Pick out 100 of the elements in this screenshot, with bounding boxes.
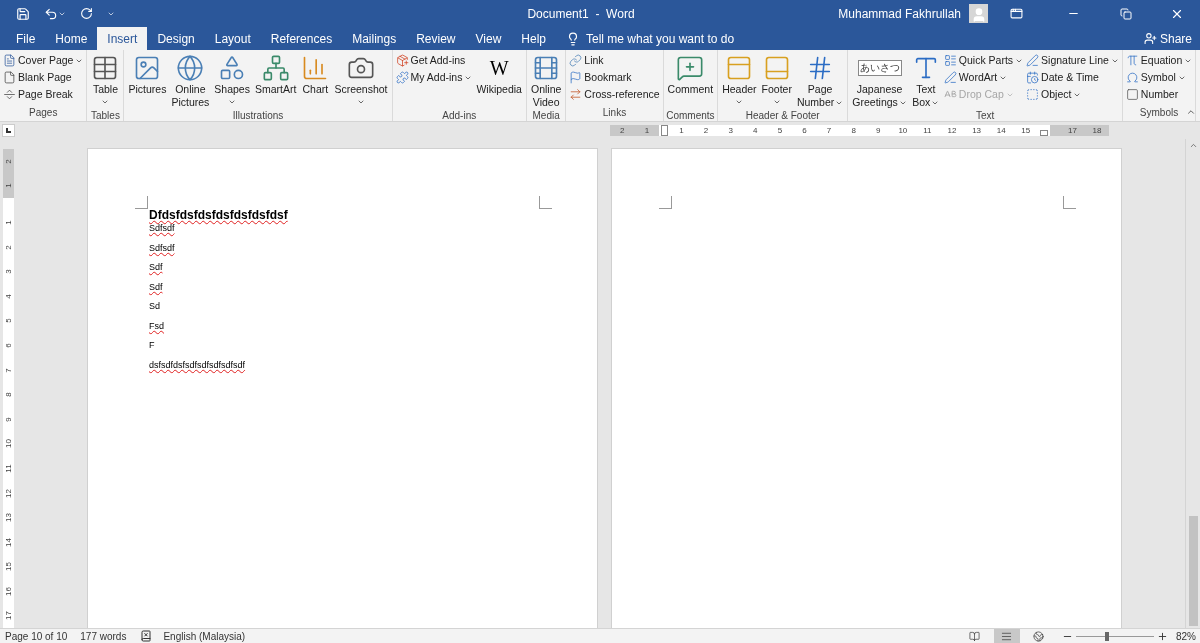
ruler-number: 3	[727, 125, 734, 136]
ruler-number: 1	[4, 220, 13, 225]
ribbon-tab[interactable]: Help	[511, 27, 556, 50]
ribbon-tab[interactable]: Mailings	[342, 27, 407, 50]
ruler-number: 1	[4, 183, 13, 189]
paragraph: Fsd	[149, 319, 164, 333]
ruler-number: 15	[4, 562, 13, 572]
ribbon-button[interactable]: Online Video	[528, 50, 564, 110]
page-icon	[3, 71, 16, 84]
scroll-thumb[interactable]	[1188, 516, 1198, 626]
ribbon-button[interactable]: Chart	[299, 50, 332, 110]
print-layout-icon[interactable]	[994, 628, 1020, 643]
ruler-number: 15	[1020, 125, 1032, 136]
ribbon-button[interactable]: Quick Parts	[942, 52, 1025, 69]
greeting-card-icon: あいさつ	[857, 60, 902, 76]
ribbon-button[interactable]: Footer	[759, 50, 794, 110]
crop-mark-icon	[659, 196, 672, 209]
vertical-scrollbar[interactable]	[1185, 139, 1200, 628]
ribbon-tab[interactable]: Design	[147, 27, 205, 50]
ribbon-button[interactable]: Shapes	[212, 50, 252, 110]
paragraph: Sdf	[149, 280, 163, 294]
ribbon-button[interactable]: Equation	[1124, 52, 1194, 69]
share-button[interactable]: Share	[1143, 27, 1200, 50]
ribbon-button[interactable]: Screenshot	[332, 50, 390, 110]
ribbon-button[interactable]: Cross-reference	[568, 86, 661, 103]
ruler-number: 18	[1091, 125, 1103, 136]
object-icon	[1026, 88, 1040, 101]
language[interactable]: English (Malaysia)	[163, 628, 246, 643]
save-icon[interactable]	[16, 6, 30, 21]
ribbon-button[interactable]: Header	[720, 50, 759, 110]
ribbon-button[interactable]: あいさつ Japanese Greetings	[850, 50, 909, 110]
ribbon-button[interactable]: W Wikipedia	[474, 50, 524, 110]
tell-me-field[interactable]: Tell me what you want to do	[586, 29, 735, 48]
zoom-in-icon[interactable]	[1157, 630, 1168, 642]
scroll-up-icon[interactable]	[1188, 141, 1198, 150]
ribbon-button[interactable]: Object	[1025, 86, 1120, 103]
ribbon-button[interactable]: SmartArt	[252, 50, 299, 110]
ribbon-tab[interactable]: Layout	[204, 27, 261, 50]
restore-icon[interactable]	[1120, 7, 1132, 20]
crop-mark-icon	[135, 196, 148, 209]
puzzle-icon	[395, 71, 409, 84]
lightbulb-icon	[566, 31, 580, 46]
zoom-slider[interactable]	[1076, 631, 1154, 641]
ruler-number: 1	[678, 125, 685, 136]
ruler-number: 12	[4, 488, 13, 498]
collapse-ribbon-icon[interactable]	[1186, 107, 1196, 117]
ribbon-button[interactable]: Bookmark	[568, 69, 661, 86]
indent-marker[interactable]	[659, 125, 670, 136]
ribbon-button[interactable]: Page Number	[794, 50, 846, 110]
paragraph: dsfsdfdsfsdfsdfsdfsdfsdf	[149, 358, 246, 372]
word-count[interactable]: 177 words	[80, 628, 127, 643]
tab-selector[interactable]	[2, 124, 15, 137]
ribbon-tab[interactable]: Review	[406, 27, 466, 50]
ruler-number: 17	[1066, 125, 1078, 136]
paragraph: Sd	[149, 300, 160, 313]
crop-mark-icon	[1063, 196, 1076, 209]
ruler-number: 6	[801, 125, 808, 136]
ribbon-tab[interactable]: View	[465, 27, 512, 50]
ribbon-button[interactable]: Page Break	[2, 86, 85, 103]
ribbon-display-icon[interactable]	[1010, 7, 1023, 20]
zoom-level[interactable]: 82%	[1176, 628, 1196, 643]
ribbon-button[interactable]: My Add-ins	[394, 69, 474, 86]
pi-icon	[1125, 54, 1139, 67]
ruler-number: 2	[4, 159, 13, 164]
ruler-number: 17	[4, 611, 13, 621]
ribbon-button[interactable]: Pictures	[126, 50, 169, 110]
ribbon-button[interactable]: Link	[568, 52, 661, 69]
ribbon-button[interactable]: Symbol	[1124, 69, 1194, 86]
share-icon	[1143, 32, 1157, 45]
ribbon-button[interactable]: Comment	[665, 50, 716, 110]
ribbon-tab[interactable]: References	[260, 27, 343, 50]
ribbon-button[interactable]: Text Box	[909, 50, 942, 110]
ruler-number: 7	[4, 367, 13, 373]
ribbon-button[interactable]: Number	[1124, 86, 1194, 103]
ribbon-tab[interactable]: Home	[45, 27, 98, 50]
ribbon-button[interactable]: Date & Time	[1025, 69, 1120, 86]
ribbon-button[interactable]: Online Pictures	[169, 50, 212, 110]
ribbon-button[interactable]: Signature Line	[1025, 52, 1120, 69]
proofing-icon[interactable]	[140, 630, 153, 642]
redo-icon[interactable]	[80, 7, 93, 20]
ruler-number: 9	[4, 417, 13, 422]
ribbon-tab[interactable]: Insert	[97, 27, 148, 50]
ruler-number: 4	[4, 294, 13, 299]
group-label: Media	[532, 110, 560, 122]
ribbon-tab[interactable]: File	[6, 27, 46, 50]
group-label: Add-ins	[442, 110, 477, 122]
page-count[interactable]: Page 10 of 10	[5, 628, 68, 643]
ruler-number: 1	[643, 125, 651, 136]
undo-icon[interactable]	[44, 6, 58, 21]
ribbon-button[interactable]: WordArt	[942, 69, 1025, 86]
ribbon-button[interactable]: Table	[89, 50, 122, 110]
ribbon-button[interactable]: Cover Page	[2, 52, 85, 69]
crop-mark-icon	[539, 196, 552, 209]
cross-reference-icon	[569, 88, 583, 101]
slider-thumb[interactable]	[1105, 631, 1110, 641]
ribbon-button[interactable]: Blank Page	[2, 69, 85, 86]
ribbon-button[interactable]: Get Add-ins	[394, 52, 474, 69]
ruler-number: 10	[4, 439, 13, 449]
link-icon	[569, 54, 583, 67]
flag-icon	[569, 71, 583, 84]
